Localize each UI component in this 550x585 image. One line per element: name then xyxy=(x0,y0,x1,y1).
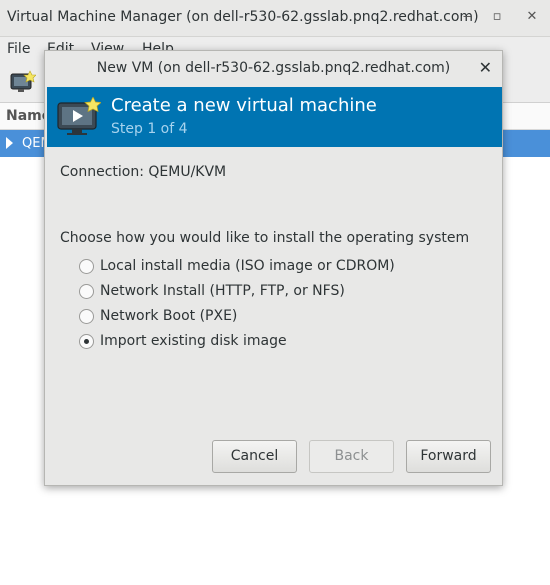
forward-button[interactable]: Forward xyxy=(406,440,491,473)
menu-file[interactable]: File xyxy=(7,41,30,57)
back-button: Back xyxy=(309,440,394,473)
radio-label[interactable]: Network Boot (PXE) xyxy=(100,308,237,324)
maximize-icon[interactable]: ▫ xyxy=(489,9,505,25)
radio-label[interactable]: Import existing disk image xyxy=(100,333,287,349)
wizard-header: Create a new virtual machine Step 1 of 4 xyxy=(47,87,502,147)
main-titlebar: Virtual Machine Manager (on dell-r530-62… xyxy=(0,0,550,37)
connection-info: Connection: QEMU/KVM xyxy=(60,164,226,180)
dialog-title: New VM (on dell-r530-62.gsslab.pnq2.redh… xyxy=(96,60,451,76)
expander-icon[interactable] xyxy=(6,137,13,149)
new-vm-dialog: New VM (on dell-r530-62.gsslab.pnq2.redh… xyxy=(44,50,503,486)
monitor-star-icon xyxy=(57,97,101,135)
dialog-close-icon[interactable]: ✕ xyxy=(479,58,492,77)
dialog-titlebar[interactable]: New VM (on dell-r530-62.gsslab.pnq2.redh… xyxy=(45,51,502,85)
wizard-title: Create a new virtual machine xyxy=(111,95,377,116)
new-vm-icon[interactable] xyxy=(10,70,36,94)
radio-button-selected[interactable] xyxy=(79,334,94,349)
minimize-icon[interactable]: ‒ xyxy=(459,9,475,25)
radio-label[interactable]: Network Install (HTTP, FTP, or NFS) xyxy=(100,283,345,299)
radio-button[interactable] xyxy=(79,284,94,299)
radio-button[interactable] xyxy=(79,259,94,274)
radio-button[interactable] xyxy=(79,309,94,324)
connection-value: QEMU/KVM xyxy=(148,164,227,180)
radio-label[interactable]: Local install media (ISO image or CDROM) xyxy=(100,258,395,274)
install-prompt: Choose how you would like to install the… xyxy=(60,230,470,246)
main-window-title: Virtual Machine Manager (on dell-r530-62… xyxy=(7,9,479,25)
connection-label: Connection: xyxy=(60,164,144,180)
close-icon[interactable]: ✕ xyxy=(524,9,540,25)
wizard-step: Step 1 of 4 xyxy=(111,121,188,137)
cancel-button[interactable]: Cancel xyxy=(212,440,297,473)
